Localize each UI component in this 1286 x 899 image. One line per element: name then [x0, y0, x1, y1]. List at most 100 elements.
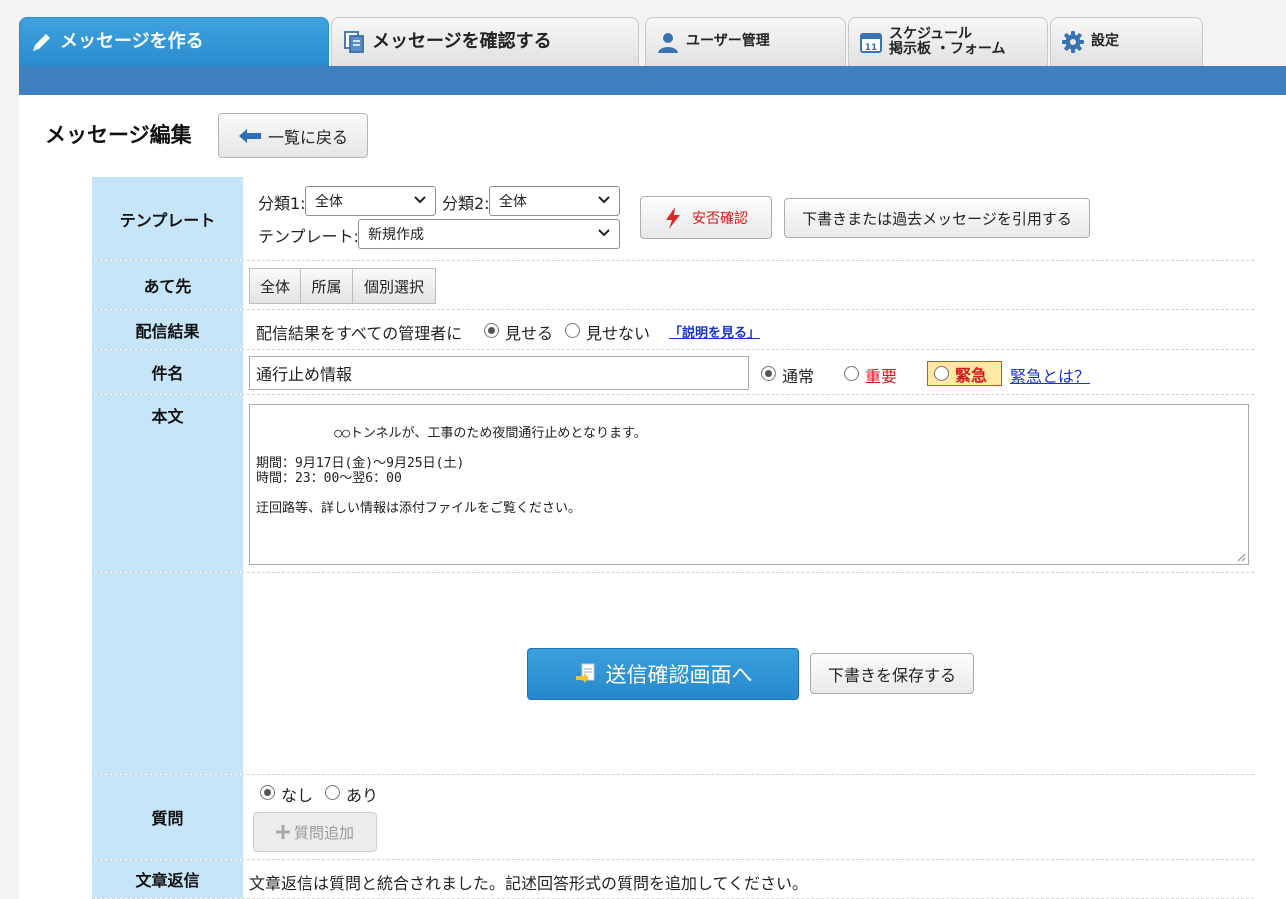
back-button-label: 一覧に戻る: [267, 127, 348, 147]
subject-row-label: 件名: [92, 350, 243, 394]
recipient-row-label: あて先: [92, 261, 243, 309]
send-document-icon: [575, 663, 594, 683]
template-row-label: テンプレート: [92, 177, 243, 260]
recipient-option-label: 全体: [259, 277, 290, 296]
delivery-result-row: 配信結果 配信結果をすべての管理者に 見せる 見せない 「説明を見る」: [92, 310, 1254, 350]
actions-row: 送信確認画面へ 下書きを保存する: [92, 573, 1254, 775]
tab-check-messages[interactable]: メッセージを確認する: [331, 17, 639, 66]
question-yes-label: あり: [346, 786, 379, 805]
pencil-icon: [33, 34, 50, 51]
text-reply-notice: 文章返信は質問と統合されました。記述回答形式の質問を追加してください。: [249, 874, 809, 893]
tab-schedule-board-form[interactable]: 11 スケジュール 掲示板 ・フォーム: [848, 17, 1048, 66]
priority-urgent-label: 緊急: [955, 365, 988, 385]
recipient-row-value: 全体 所属 個別選択: [243, 261, 1254, 309]
body-row-label: 本文: [92, 395, 243, 572]
tab-label: 設定: [1091, 33, 1119, 50]
category1-select[interactable]: 全体: [305, 186, 436, 216]
priority-normal-label: 通常: [782, 367, 815, 386]
send-confirm-button[interactable]: 送信確認画面へ: [527, 648, 799, 700]
arrow-left-icon: [238, 128, 261, 143]
subject-input[interactable]: 通行止め情報: [249, 356, 749, 390]
recipient-affiliation-button[interactable]: 所属: [300, 268, 353, 304]
app-root: メッセージを作る メッセージを確認する ユーザー管理 11 スケジュール 掲示板…: [0, 0, 1286, 899]
chevron-down-icon: [414, 196, 426, 204]
tab-label: スケジュール 掲示板 ・フォーム: [889, 25, 1006, 58]
recipient-all-button[interactable]: 全体: [249, 268, 301, 304]
priority-urgent-radio[interactable]: [934, 366, 949, 381]
text-reply-row: 文章返信 文章返信は質問と統合されました。記述回答形式の質問を追加してください。: [92, 860, 1254, 899]
back-to-list-button[interactable]: 一覧に戻る: [218, 113, 368, 158]
body-row-value: ○○トンネルが、工事のため夜間通行止めとなります。 期間：9月17日(金)～9月…: [243, 395, 1254, 572]
question-none-label: なし: [281, 786, 314, 805]
save-draft-button[interactable]: 下書きを保存する: [810, 653, 974, 694]
text-reply-row-value: 文章返信は質問と統合されました。記述回答形式の質問を追加してください。: [243, 860, 1254, 898]
question-row: 質問 なし あり 質問追加: [92, 775, 1254, 860]
resize-handle-icon[interactable]: [1236, 552, 1246, 562]
quote-button-label: 下書きまたは過去メッセージを引用する: [802, 209, 1072, 228]
tab-bar: メッセージを作る メッセージを確認する ユーザー管理 11 スケジュール 掲示板…: [0, 0, 1286, 66]
tab-label: ユーザー管理: [686, 33, 770, 50]
question-yes-radio[interactable]: [325, 785, 340, 800]
priority-important-label: 重要: [865, 367, 898, 386]
tab-settings[interactable]: 設定: [1050, 17, 1203, 66]
show-results-label: 見せる: [505, 324, 554, 343]
safety-confirmation-button[interactable]: 安否確認: [640, 196, 772, 239]
add-question-button[interactable]: 質問追加: [253, 812, 377, 852]
priority-urgent-box[interactable]: 緊急: [927, 361, 1002, 386]
text-reply-row-label: 文章返信: [92, 860, 243, 898]
priority-important-radio[interactable]: [844, 366, 859, 381]
actions-row-value: 送信確認画面へ 下書きを保存する: [243, 573, 1254, 774]
template-value: 新規作成: [368, 227, 424, 243]
chevron-down-icon: [598, 196, 610, 204]
template-select[interactable]: 新規作成: [358, 219, 620, 249]
main-content: メッセージ編集 一覧に戻る テンプレート 分類1: 全体 分類2: 全体 テンプ…: [19, 95, 1286, 899]
category1-value: 全体: [315, 194, 343, 210]
tab-create-message[interactable]: メッセージを作る: [19, 17, 329, 66]
category1-label: 分類1:: [258, 194, 306, 213]
delivery-result-text: 配信結果をすべての管理者に: [256, 324, 463, 343]
question-row-value: なし あり 質問追加: [243, 775, 1254, 859]
tab-user-management[interactable]: ユーザー管理: [645, 17, 846, 66]
svg-text:11: 11: [865, 43, 878, 53]
hide-results-label: 見せない: [586, 324, 651, 343]
priority-normal-radio[interactable]: [761, 366, 776, 381]
tab-underline-bar: [19, 66, 1286, 95]
template-label: テンプレート:: [258, 227, 359, 246]
documents-icon: [344, 31, 364, 53]
hide-results-radio[interactable]: [565, 323, 580, 338]
recipient-option-label: 個別選択: [363, 277, 424, 296]
subject-row: 件名 通行止め情報 通常 重要 緊急 緊急とは？: [92, 350, 1254, 395]
delivery-result-row-value: 配信結果をすべての管理者に 見せる 見せない 「説明を見る」: [243, 310, 1254, 349]
question-row-label: 質問: [92, 775, 243, 859]
body-row: 本文 ○○トンネルが、工事のため夜間通行止めとなります。 期間：9月17日(金)…: [92, 395, 1254, 573]
explanation-link[interactable]: 「説明を見る」: [669, 322, 760, 341]
add-question-label: 質問追加: [293, 823, 354, 842]
delivery-result-row-label: 配信結果: [92, 310, 243, 349]
gear-icon: [1062, 31, 1084, 53]
plus-icon: [275, 825, 290, 839]
tab-label: メッセージを確認する: [372, 31, 552, 53]
body-textarea[interactable]: ○○トンネルが、工事のため夜間通行止めとなります。 期間：9月17日(金)～9月…: [249, 404, 1249, 565]
template-row: テンプレート 分類1: 全体 分類2: 全体 テンプレート: 新規作成 安否確認…: [92, 177, 1254, 261]
show-results-radio[interactable]: [484, 323, 499, 338]
recipient-individual-button[interactable]: 個別選択: [352, 268, 436, 304]
lightning-icon: [666, 206, 680, 229]
calendar-icon: 11: [860, 33, 882, 53]
category2-select[interactable]: 全体: [489, 186, 620, 216]
tab-label-line2: 掲示板 ・フォーム: [889, 41, 1006, 57]
recipient-row: あて先 全体 所属 個別選択: [92, 261, 1254, 310]
subject-row-value: 通行止め情報 通常 重要 緊急 緊急とは？: [243, 350, 1254, 394]
quote-draft-button[interactable]: 下書きまたは過去メッセージを引用する: [784, 198, 1090, 238]
subject-input-value: 通行止め情報: [256, 365, 353, 384]
recipient-option-label: 所属: [311, 277, 342, 296]
tab-label: メッセージを作る: [60, 31, 204, 53]
save-draft-label: 下書きを保存する: [827, 665, 956, 685]
what-is-urgent-link[interactable]: 緊急とは？: [1010, 363, 1090, 387]
safety-button-label: 安否確認: [692, 210, 748, 227]
category2-value: 全体: [499, 194, 527, 210]
tab-label-line1: スケジュール: [889, 25, 973, 42]
send-button-label: 送信確認画面へ: [605, 663, 753, 687]
question-none-radio[interactable]: [260, 785, 275, 800]
chevron-down-icon: [598, 229, 610, 237]
body-text: ○○トンネルが、工事のため夜間通行止めとなります。 期間：9月17日(金)～9月…: [256, 426, 647, 516]
